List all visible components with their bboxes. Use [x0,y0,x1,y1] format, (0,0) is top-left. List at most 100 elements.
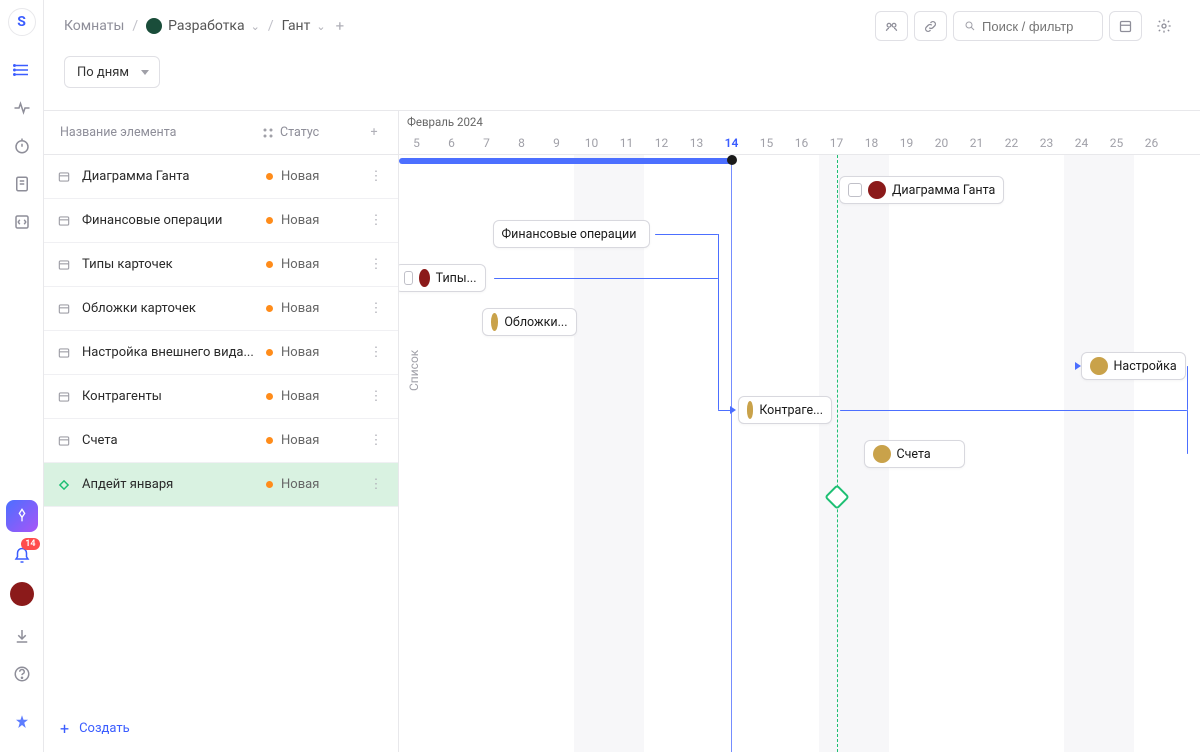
row-menu-button[interactable]: ⋮ [366,301,386,316]
gantt-task[interactable]: Обложки... [482,308,577,336]
day-header[interactable]: 15 [749,136,784,150]
link-button[interactable] [914,11,947,41]
breadcrumb-rooms[interactable]: Комнаты [64,18,124,34]
row-name: Контрагенты [82,389,266,404]
gantt-task[interactable]: Типы... [399,264,486,292]
month-label: Февраль 2024 [407,115,483,129]
row-name: Диаграмма Ганта [82,169,266,184]
day-header[interactable]: 16 [784,136,819,150]
assignee-avatar [1090,357,1108,375]
day-header[interactable]: 8 [504,136,539,150]
nav-code-icon[interactable] [6,206,38,238]
card-icon [56,257,72,273]
table-row[interactable]: Обложки карточекНовая⋮ [44,287,398,331]
assignee-avatar [419,269,430,287]
row-menu-button[interactable]: ⋮ [366,433,386,448]
day-header[interactable]: 26 [1134,136,1169,150]
row-status: Новая [266,477,366,492]
card-icon [56,301,72,317]
create-button[interactable]: + Создать [44,704,398,752]
day-header[interactable]: 20 [924,136,959,150]
row-name: Настройка внешнего вида... [82,345,266,360]
share-button[interactable] [875,11,908,41]
day-header[interactable]: 25 [1099,136,1134,150]
gantt-task[interactable]: Диаграмма Ганта [839,176,1004,204]
breadcrumb-project[interactable]: Разработка ⌄ [146,18,260,34]
settings-button[interactable] [1148,11,1180,41]
table-row[interactable]: СчетаНовая⋮ [44,419,398,463]
breadcrumb-view[interactable]: Гант ⌄ [282,18,326,34]
day-header[interactable]: 23 [1029,136,1064,150]
search-input[interactable] [982,19,1092,34]
rocket-button[interactable] [6,500,38,532]
scale-select[interactable]: По дням [64,56,160,88]
row-status: Новая [266,169,366,184]
notifications-badge: 14 [21,538,39,550]
download-icon[interactable] [6,620,38,652]
notifications-button[interactable]: 14 [6,540,38,572]
day-header[interactable]: 19 [889,136,924,150]
search-box[interactable] [953,11,1103,41]
day-header[interactable]: 17 [819,136,854,150]
table-row[interactable]: Диаграмма ГантаНовая⋮ [44,155,398,199]
card-icon [56,345,72,361]
day-header[interactable]: 9 [539,136,574,150]
row-status: Новая [266,433,366,448]
progress-knob[interactable] [727,155,737,165]
table-row[interactable]: КонтрагентыНовая⋮ [44,375,398,419]
layout-button[interactable] [1109,11,1142,41]
row-name: Типы карточек [82,257,266,272]
gantt-task[interactable]: Настройка [1081,352,1186,380]
add-view-button[interactable]: + [336,17,345,35]
row-menu-button[interactable]: ⋮ [366,477,386,492]
add-column-button[interactable]: + [362,125,386,140]
user-avatar[interactable] [10,582,34,606]
day-header[interactable]: 18 [854,136,889,150]
app-logo[interactable]: S [8,8,36,36]
gantt-task[interactable]: Контраге... [738,396,833,424]
row-menu-button[interactable]: ⋮ [366,213,386,228]
day-header[interactable]: 13 [679,136,714,150]
nav-list-icon[interactable] [6,54,38,86]
gantt-task[interactable]: Финансовые операции [493,220,651,248]
assignee-avatar [491,313,498,331]
list-panel: Название элемента Статус + Диаграмма Ган… [44,111,399,752]
nav-doc-icon[interactable] [6,168,38,200]
row-menu-button[interactable]: ⋮ [366,257,386,272]
checkbox-icon [848,183,862,197]
gantt-panel: Список Февраль 2024 56789101112131415161… [399,111,1200,752]
row-menu-button[interactable]: ⋮ [366,169,386,184]
table-row[interactable]: Настройка внешнего вида...Новая⋮ [44,331,398,375]
day-header[interactable]: 5 [399,136,434,150]
day-header[interactable]: 22 [994,136,1029,150]
column-name: Название элемента [56,125,262,140]
day-header[interactable]: 21 [959,136,994,150]
day-header[interactable]: 11 [609,136,644,150]
table-row[interactable]: Финансовые операцииНовая⋮ [44,199,398,243]
apps-icon[interactable] [6,706,38,738]
day-header[interactable]: 6 [434,136,469,150]
search-icon [964,19,976,33]
help-icon[interactable] [6,658,38,690]
assignee-avatar [873,445,891,463]
day-header[interactable]: 10 [574,136,609,150]
card-icon [56,213,72,229]
assignee-avatar [868,181,886,199]
row-name: Обложки карточек [82,301,266,316]
row-menu-button[interactable]: ⋮ [366,345,386,360]
card-icon [56,433,72,449]
row-name: Финансовые операции [82,213,266,228]
nav-activity-icon[interactable] [6,92,38,124]
day-header[interactable]: 14 [714,136,749,150]
table-row[interactable]: Апдейт январяНовая⋮ [44,463,398,507]
day-header[interactable]: 24 [1064,136,1099,150]
chevron-down-icon: ⌄ [316,20,325,33]
milestone-icon [56,477,72,493]
table-row[interactable]: Типы карточекНовая⋮ [44,243,398,287]
day-header[interactable]: 7 [469,136,504,150]
gantt-task[interactable]: Счета [864,440,966,468]
nav-timer-icon[interactable] [6,130,38,162]
day-header[interactable]: 12 [644,136,679,150]
project-color-dot [146,18,162,34]
row-menu-button[interactable]: ⋮ [366,389,386,404]
